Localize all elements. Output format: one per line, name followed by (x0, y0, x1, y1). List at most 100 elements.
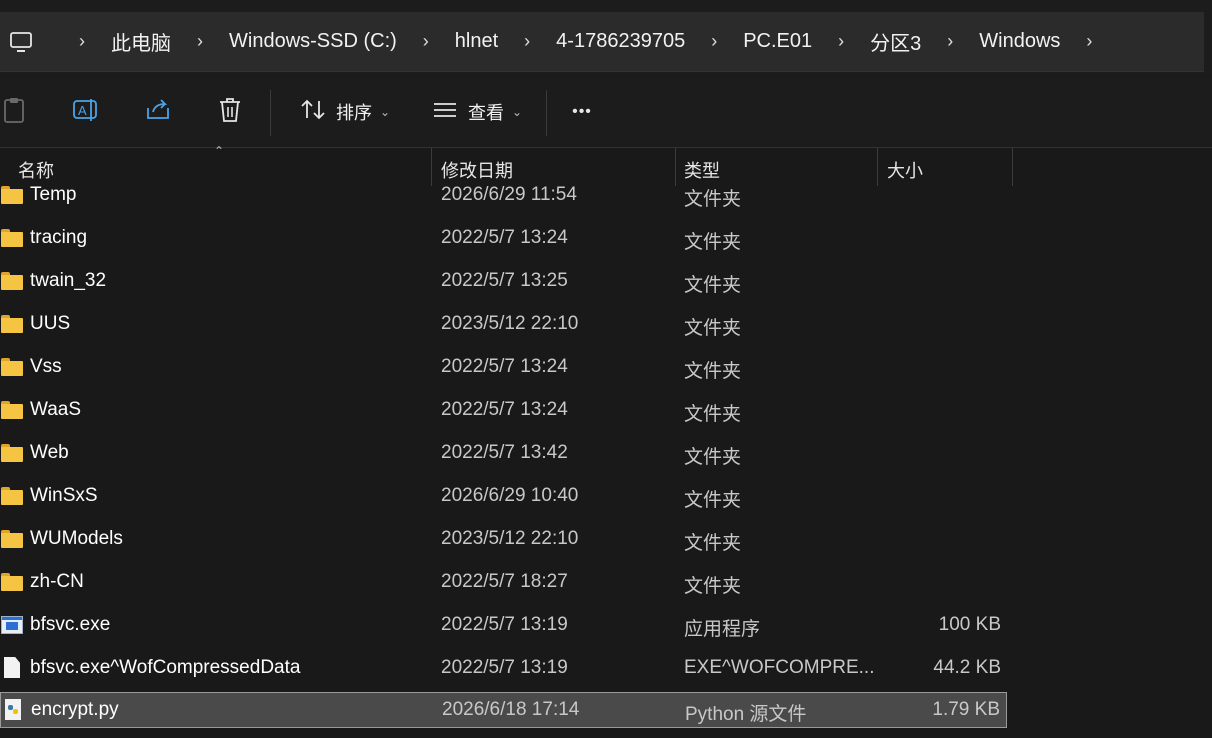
address-bar[interactable]: › 此电脑 › Windows-SSD (C:) › hlnet › 4-178… (0, 12, 1204, 72)
paste-button[interactable] (0, 77, 30, 147)
sort-button[interactable]: 排序 ⌄ (290, 77, 400, 147)
list-item[interactable]: bfsvc.exe 2022/5/7 13:19 应用程序 100 KB (0, 607, 1007, 643)
folder-icon (1, 186, 23, 204)
file-date: 2022/5/7 18:27 (441, 571, 568, 592)
breadcrumb-item[interactable]: hlnet (455, 30, 498, 53)
file-date: 2022/5/7 13:24 (441, 227, 568, 248)
folder-icon (1, 401, 23, 419)
address-bar-region: › 此电脑 › Windows-SSD (C:) › hlnet › 4-178… (0, 0, 1212, 76)
file-type: 文件夹 (684, 361, 742, 382)
file-type: 文件夹 (684, 275, 742, 296)
share-icon (145, 98, 171, 127)
clipboard-icon (2, 96, 28, 129)
list-item[interactable]: WinSxS 2026/6/29 10:40 文件夹 (0, 478, 1007, 514)
computer-icon[interactable] (9, 31, 33, 52)
list-item[interactable]: WaaS 2022/5/7 13:24 文件夹 (0, 392, 1007, 428)
chevron-right-icon[interactable]: › (812, 31, 870, 52)
folder-icon (1, 444, 23, 462)
folder-icon (1, 358, 23, 376)
chevron-right-icon[interactable]: › (921, 31, 979, 52)
file-date: 2026/6/29 10:40 (441, 485, 579, 506)
file-name: UUS (30, 313, 71, 334)
file-type: 文件夹 (684, 576, 742, 597)
file-date: 2022/5/7 13:19 (441, 657, 568, 678)
more-options-button[interactable]: ••• (562, 77, 602, 147)
file-name: tracing (30, 227, 88, 248)
file-date: 2026/6/29 11:54 (441, 184, 577, 205)
sort-icon (300, 98, 326, 127)
list-item[interactable]: bfsvc.exe^WofCompressedData 2022/5/7 13:… (0, 650, 1007, 686)
file-size: 1.79 KB (932, 699, 1000, 720)
file-date: 2022/5/7 13:24 (441, 356, 568, 377)
file-date: 2023/5/12 22:10 (441, 313, 579, 334)
list-item[interactable]: Temp 2026/6/29 11:54 文件夹 (0, 177, 1007, 213)
file-date: 2023/5/12 22:10 (441, 528, 579, 549)
trash-icon (218, 97, 242, 128)
rename-button[interactable]: A (66, 77, 106, 147)
file-type: Python 源文件 (685, 704, 807, 725)
file-name: Web (30, 442, 69, 463)
folder-icon (1, 530, 23, 548)
svg-text:A: A (78, 103, 87, 118)
breadcrumb-item[interactable]: 此电脑 (111, 27, 171, 56)
chevron-right-icon[interactable]: › (397, 31, 455, 52)
view-button[interactable]: 查看 ⌄ (422, 77, 532, 147)
sort-label: 排序 (335, 103, 372, 123)
file-type: 文件夹 (684, 447, 742, 468)
folder-icon (1, 229, 23, 247)
file-date: 2022/5/7 13:42 (441, 442, 568, 463)
list-item[interactable]: tracing 2022/5/7 13:24 文件夹 (0, 220, 1007, 256)
breadcrumb-item[interactable]: Windows-SSD (C:) (229, 30, 397, 53)
chevron-right-icon[interactable]: › (498, 31, 556, 52)
breadcrumb-item[interactable]: Windows (979, 30, 1060, 53)
breadcrumb-item[interactable]: PC.E01 (743, 30, 812, 53)
folder-icon (1, 573, 23, 591)
breadcrumb-item[interactable]: 分区3 (870, 27, 921, 56)
view-label: 查看 (467, 103, 504, 123)
chevron-down-icon: ⌄ (379, 105, 391, 119)
file-name: Vss (30, 356, 62, 377)
list-item[interactable]: Web 2022/5/7 13:42 文件夹 (0, 435, 1007, 471)
file-type: 文件夹 (684, 404, 742, 425)
file-type: 文件夹 (684, 533, 742, 554)
list-item[interactable]: zh-CN 2022/5/7 18:27 文件夹 (0, 564, 1007, 600)
file-type: 文件夹 (684, 490, 742, 511)
list-item[interactable]: Vss 2022/5/7 13:24 文件夹 (0, 349, 1007, 385)
file-type: EXE^WOFCOMPRE... (684, 657, 875, 678)
file-date: 2022/5/7 13:24 (441, 399, 568, 420)
command-bar: A 排序 ⌄ 查看 ⌄ ••• (0, 77, 1212, 148)
file-type: 应用程序 (684, 619, 761, 640)
folder-icon (1, 487, 23, 505)
file-type: 文件夹 (684, 189, 742, 210)
folder-icon (1, 315, 23, 333)
list-item[interactable]: WUModels 2023/5/12 22:10 文件夹 (0, 521, 1007, 557)
file-name: bfsvc.exe (30, 614, 111, 635)
list-item-selected[interactable]: encrypt.py 2026/6/18 17:14 Python 源文件 1.… (0, 692, 1007, 728)
file-name: Temp (30, 184, 77, 205)
exe-icon (1, 616, 23, 634)
python-file-icon (5, 699, 21, 720)
delete-button[interactable] (210, 77, 250, 147)
breadcrumb-item[interactable]: 4-1786239705 (556, 30, 685, 53)
list-item[interactable]: UUS 2023/5/12 22:10 文件夹 (0, 306, 1007, 342)
list-item[interactable]: twain_32 2022/5/7 13:25 文件夹 (0, 263, 1007, 299)
file-date: 2022/5/7 13:25 (441, 270, 568, 291)
file-date: 2026/6/18 17:14 (442, 699, 580, 720)
file-type: 文件夹 (684, 318, 742, 339)
rename-icon: A (72, 97, 100, 128)
file-size: 100 KB (938, 614, 1001, 635)
file-name: encrypt.py (31, 699, 119, 720)
file-name: bfsvc.exe^WofCompressedData (30, 657, 301, 678)
file-name: twain_32 (30, 270, 107, 291)
toolbar-divider (546, 90, 547, 136)
file-date: 2022/5/7 13:19 (441, 614, 568, 635)
file-name: zh-CN (30, 571, 84, 592)
file-icon (4, 657, 20, 678)
chevron-right-icon[interactable]: › (1060, 31, 1118, 52)
share-button[interactable] (138, 77, 178, 147)
column-resize-handle[interactable] (1012, 148, 1013, 186)
toolbar-divider (270, 90, 271, 136)
chevron-right-icon[interactable]: › (171, 31, 229, 52)
chevron-right-icon[interactable]: › (53, 31, 111, 52)
chevron-right-icon[interactable]: › (685, 31, 743, 52)
